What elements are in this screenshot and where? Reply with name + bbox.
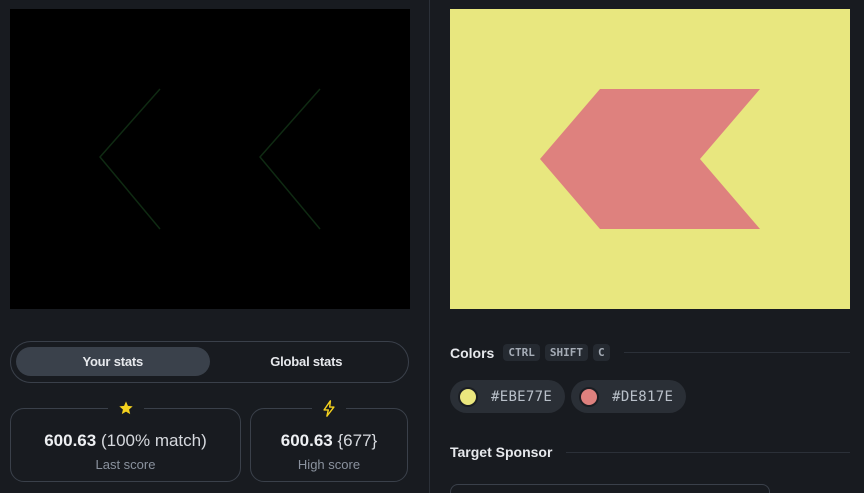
- high-score-detail: {677}: [337, 430, 378, 450]
- drawing-canvas[interactable]: [10, 9, 410, 309]
- color-chip[interactable]: #DE817E: [571, 380, 687, 413]
- colors-section-header: Colors CTRL SHIFT C: [450, 344, 850, 361]
- target-chevron-shape: [540, 89, 760, 229]
- last-score-value: 600.63 (100% match): [44, 431, 207, 451]
- sponsor-card[interactable]: [450, 484, 770, 493]
- star-icon: [107, 398, 144, 418]
- target-shape-svg: [540, 89, 760, 229]
- color-swatch: [458, 386, 478, 407]
- color-hex-label: #DE817E: [612, 388, 674, 405]
- left-pane: Your stats Global stats 600.63 (100% mat…: [0, 0, 429, 493]
- sponsor-section-header: Target Sponsor: [450, 444, 850, 460]
- tab-your-stats[interactable]: Your stats: [16, 347, 210, 376]
- high-score-label: High score: [297, 456, 361, 472]
- drawing-preview: [99, 88, 321, 230]
- color-hex-label: #EBE77E: [491, 388, 553, 405]
- stats-toggle: Your stats Global stats: [10, 341, 409, 383]
- tab-global-stats[interactable]: Global stats: [210, 347, 404, 376]
- target-image: [450, 9, 850, 309]
- right-pane: Colors CTRL SHIFT C #EBE77E #DE817E Targ…: [430, 0, 864, 493]
- color-chips: #EBE77E #DE817E: [450, 380, 692, 413]
- shortcut-key-c: C: [592, 344, 610, 361]
- section-divider: [623, 352, 850, 353]
- last-score-match: (100% match): [100, 430, 207, 450]
- last-score-number: 600.63: [44, 430, 97, 450]
- color-swatch: [579, 386, 600, 407]
- last-score-card: 600.63 (100% match) Last score: [10, 398, 241, 482]
- high-score-number: 600.63: [280, 430, 333, 450]
- sponsor-title: Target Sponsor: [450, 444, 553, 460]
- left-chevron-stroke: [99, 88, 161, 230]
- high-score-value: 600.63 {677}: [281, 431, 377, 451]
- color-chip[interactable]: #EBE77E: [450, 380, 566, 413]
- shortcut-key-ctrl: CTRL: [503, 344, 540, 361]
- colors-title: Colors: [450, 344, 495, 361]
- high-score-card: 600.63 {677} High score: [250, 398, 408, 482]
- lightning-icon: [312, 398, 346, 418]
- shortcut-key-shift: SHIFT: [544, 344, 588, 361]
- right-chevron-stroke: [259, 88, 321, 230]
- section-divider: [566, 451, 850, 453]
- last-score-label: Last score: [95, 456, 156, 472]
